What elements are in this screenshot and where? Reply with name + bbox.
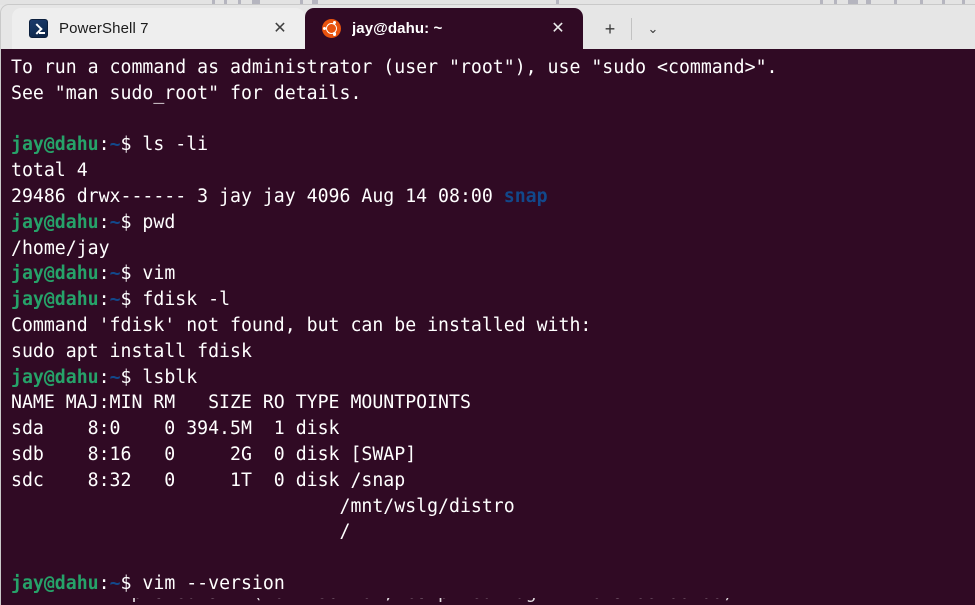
terminal-line: jay@dahu:~$ vim --version <box>11 571 975 597</box>
prompt-sigil: $ <box>120 263 143 285</box>
terminal-line: /home/jay <box>11 236 975 262</box>
prompt-sigil: $ <box>120 289 143 311</box>
prompt-sigil: $ <box>120 366 143 388</box>
terminal-command: lsblk <box>142 366 198 388</box>
terminal-line: jay@dahu:~$ ls -li <box>11 132 975 158</box>
terminal-text: / <box>11 521 351 543</box>
ls-entry-metadata: 29486 drwx------ 3 jay jay 4096 Aug 14 0… <box>11 185 504 207</box>
terminal-output: To run a command as administrator (user … <box>1 49 975 597</box>
prompt-user-host: jay@dahu <box>11 366 99 388</box>
terminal-text: total 4 <box>11 160 88 182</box>
terminal-text: /home/jay <box>11 237 110 259</box>
terminal-text: sda 8:0 0 394.5M 1 disk <box>11 418 351 440</box>
terminal-line: 29486 drwx------ 3 jay jay 4096 Aug 14 0… <box>11 184 975 210</box>
prompt-path: ~ <box>109 572 121 594</box>
tab-bar-actions: + ⌄ <box>583 8 671 49</box>
prompt-colon: : <box>98 289 110 311</box>
terminal-window-root: PowerShell 7 ✕ jay@dahu: ~ ✕ + ⌄ To run <box>0 0 975 605</box>
terminal-line: sdc 8:32 0 1T 0 disk /snap <box>11 468 975 494</box>
terminal-command: vim <box>142 263 176 285</box>
terminal-line: sda 8:0 0 394.5M 1 disk <box>11 416 975 442</box>
terminal-line: See "man sudo_root" for details. <box>11 81 975 107</box>
terminal-text: NAME MAJ:MIN RM SIZE RO TYPE MOUNTPOINTS <box>11 392 471 414</box>
prompt-colon: : <box>98 134 110 156</box>
terminal-command: vim --version <box>142 572 285 594</box>
terminal-line: NAME MAJ:MIN RM SIZE RO TYPE MOUNTPOINTS <box>11 390 975 416</box>
terminal-partial-line: VIM - Vi IMproved 9.1 (2024 Jan 02, comp… <box>11 598 734 605</box>
prompt-path: ~ <box>109 211 121 233</box>
terminal-line: / <box>11 519 975 545</box>
powershell-icon <box>28 19 48 39</box>
terminal-line: total 4 <box>11 158 975 184</box>
prompt-sigil: $ <box>120 572 143 594</box>
terminal-text: sudo apt install fdisk <box>11 340 252 362</box>
new-tab-button[interactable]: + <box>592 12 628 46</box>
terminal-text: See "man sudo_root" for details. <box>11 82 362 104</box>
terminal-text: To run a command as administrator (user … <box>11 57 778 78</box>
prompt-user-host: jay@dahu <box>11 289 99 311</box>
terminal-line: sdb 8:16 0 2G 0 disk [SWAP] <box>11 442 975 468</box>
terminal-line: jay@dahu:~$ vim <box>11 261 975 287</box>
prompt-path: ~ <box>109 289 121 311</box>
tab-jay-dahu-label: jay@dahu: ~ <box>352 20 443 37</box>
ubuntu-icon <box>321 19 341 39</box>
terminal-text: Command 'fdisk' not found, but can be in… <box>11 314 592 336</box>
terminal-text: /mnt/wslg/distro <box>11 495 515 517</box>
tab-bar: PowerShell 7 ✕ jay@dahu: ~ ✕ + ⌄ <box>1 5 975 49</box>
terminal-text: sdc 8:32 0 1T 0 disk /snap <box>11 469 406 491</box>
terminal-window: PowerShell 7 ✕ jay@dahu: ~ ✕ + ⌄ To run <box>0 4 975 605</box>
terminal-command: ls -li <box>142 134 209 156</box>
prompt-colon: : <box>98 263 110 285</box>
prompt-user-host: jay@dahu <box>11 263 99 285</box>
prompt-path: ~ <box>109 263 121 285</box>
prompt-colon: : <box>98 572 110 594</box>
prompt-colon: : <box>98 366 110 388</box>
close-icon[interactable]: ✕ <box>267 16 293 42</box>
terminal-text: sdb 8:16 0 2G 0 disk [SWAP] <box>11 443 417 465</box>
terminal-command: pwd <box>142 211 176 233</box>
terminal-line <box>11 545 975 571</box>
close-icon[interactable]: ✕ <box>545 16 571 42</box>
prompt-colon: : <box>98 211 110 233</box>
terminal-line: jay@dahu:~$ lsblk <box>11 365 975 391</box>
prompt-sigil: $ <box>120 211 143 233</box>
tab-powershell-7[interactable]: PowerShell 7 ✕ <box>12 8 305 49</box>
chevron-down-icon[interactable]: ⌄ <box>635 12 671 46</box>
ls-entry-directory: snap <box>503 185 548 207</box>
prompt-user-host: jay@dahu <box>11 211 99 233</box>
terminal-clipped-line: VIM - Vi IMproved 9.1 (2024 Jan 02, comp… <box>1 598 975 605</box>
terminal-command: fdisk -l <box>142 289 231 311</box>
prompt-path: ~ <box>109 134 121 156</box>
tab-jay-dahu[interactable]: jay@dahu: ~ ✕ <box>305 8 583 49</box>
terminal-line <box>11 107 975 133</box>
prompt-user-host: jay@dahu <box>11 572 99 594</box>
terminal-line: To run a command as administrator (user … <box>11 55 975 81</box>
prompt-user-host: jay@dahu <box>11 134 99 156</box>
terminal-pane[interactable]: To run a command as administrator (user … <box>1 49 975 605</box>
terminal-line: Command 'fdisk' not found, but can be in… <box>11 313 975 339</box>
prompt-path: ~ <box>109 366 121 388</box>
terminal-line: /mnt/wslg/distro <box>11 494 975 520</box>
terminal-line: sudo apt install fdisk <box>11 339 975 365</box>
prompt-sigil: $ <box>120 134 143 156</box>
terminal-line: jay@dahu:~$ fdisk -l <box>11 287 975 313</box>
toolbar-divider <box>631 17 632 40</box>
terminal-line: jay@dahu:~$ pwd <box>11 210 975 236</box>
tab-powershell-7-label: PowerShell 7 <box>59 20 149 37</box>
